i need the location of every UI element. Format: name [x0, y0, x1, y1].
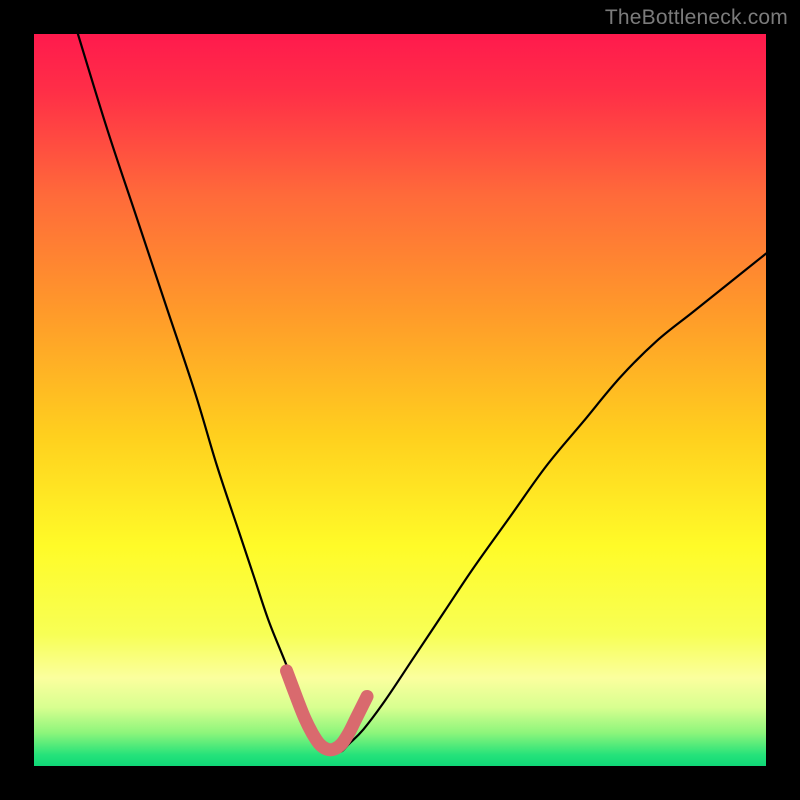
- outer-frame: TheBottleneck.com: [0, 0, 800, 800]
- plot-area: [34, 34, 766, 766]
- curve-layer: [34, 34, 766, 766]
- bottleneck-curve: [78, 34, 766, 752]
- watermark-text: TheBottleneck.com: [605, 6, 788, 30]
